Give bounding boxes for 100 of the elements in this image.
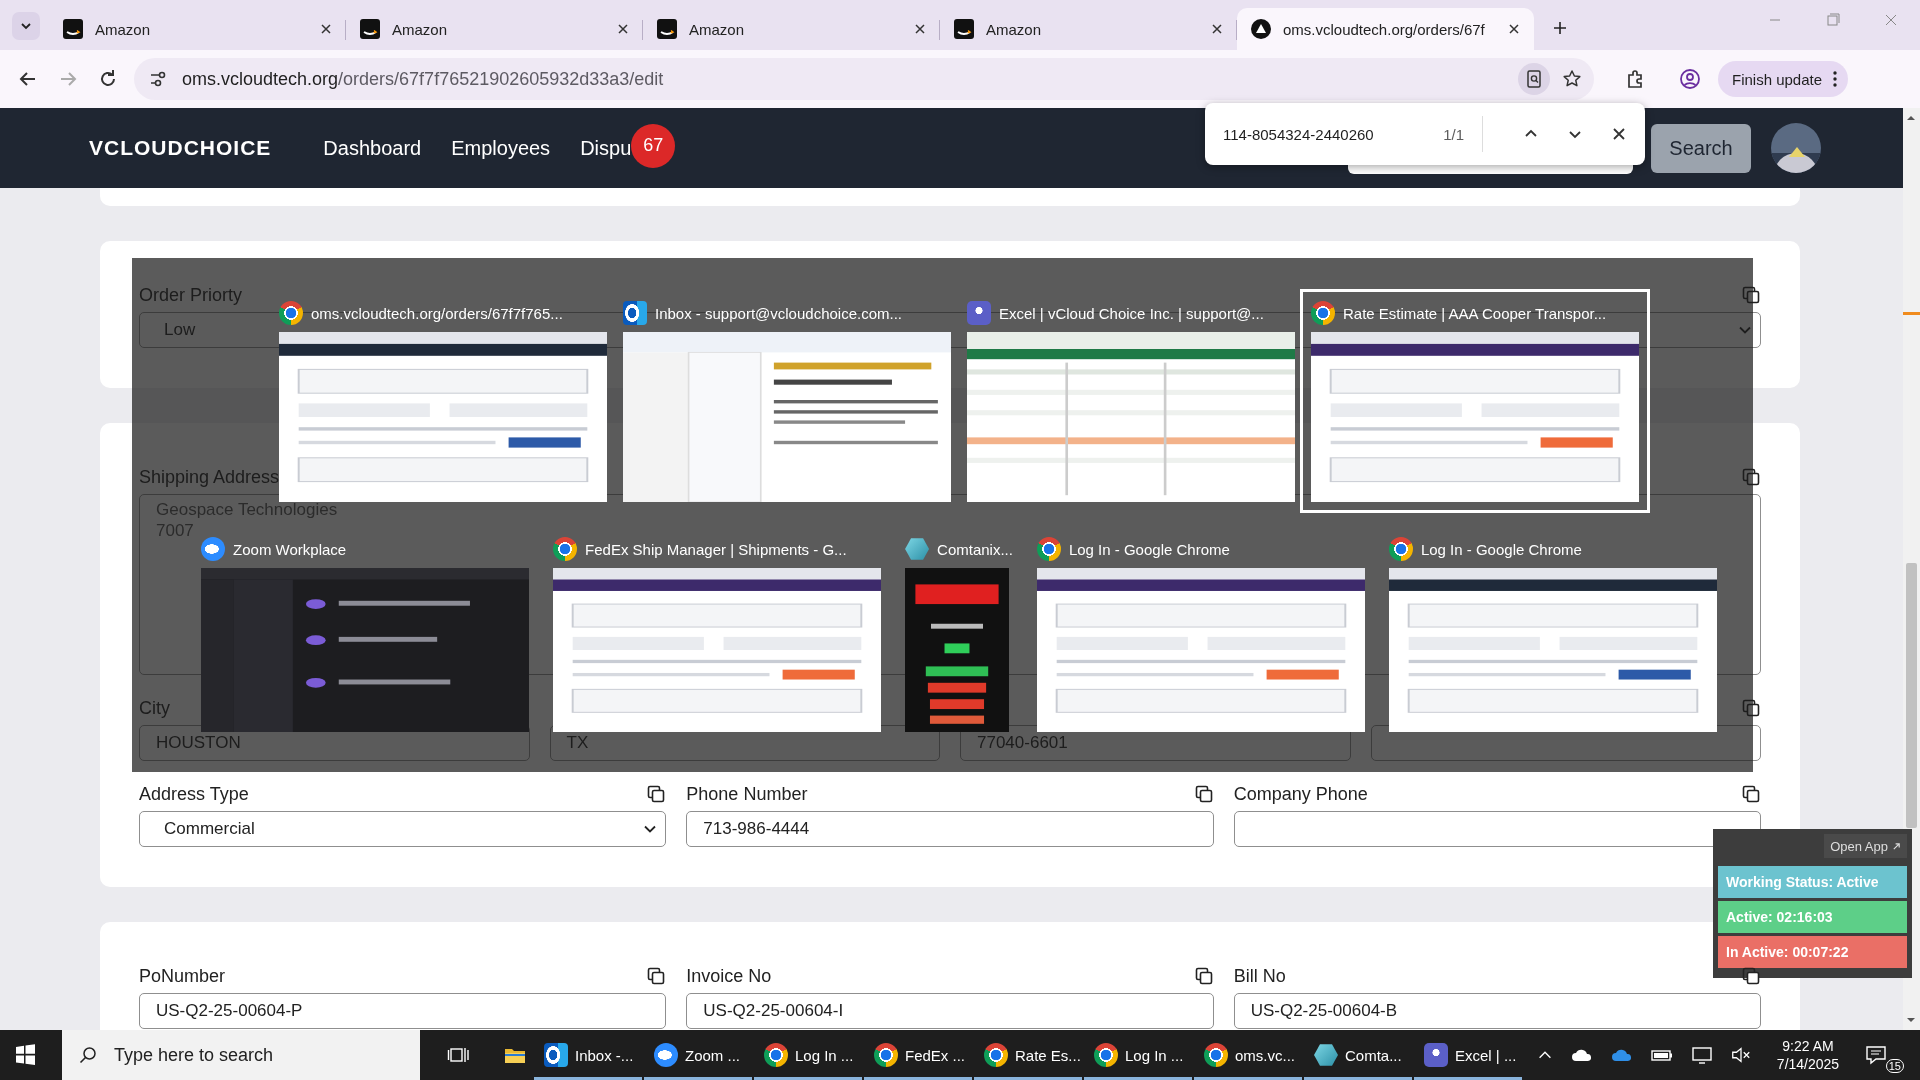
app-icon (984, 1043, 1008, 1067)
browser-tab[interactable]: Amazon (346, 8, 643, 50)
battery-icon[interactable] (1650, 1047, 1674, 1063)
address-bar[interactable]: oms.vcloudtech.org/orders/67f7f76521902605932d33a3/edit (134, 58, 1594, 100)
copy-icon[interactable] (1194, 785, 1213, 803)
status-bar: Working Status: Active (1718, 866, 1907, 898)
site-info-icon[interactable] (148, 69, 168, 89)
scrollbar[interactable] (1903, 108, 1920, 1030)
muted-speaker-icon[interactable] (1730, 1045, 1752, 1065)
copy-icon[interactable] (1742, 785, 1760, 803)
window-title[interactable]: oms.vcloudtech.org/orders/67f7f765... (311, 304, 563, 322)
taskbar-app[interactable]: Zoom ... (644, 1030, 752, 1080)
window-title[interactable]: Excel | vCloud Choice Inc. | support@... (999, 304, 1264, 322)
external-link-icon (1892, 841, 1901, 851)
scroll-thumb[interactable] (1906, 563, 1917, 828)
finish-update-button[interactable]: Finish update (1718, 61, 1849, 97)
notification-icon (1864, 1043, 1888, 1067)
clock[interactable]: 9:22 AM 7/14/2025 (1768, 1037, 1848, 1073)
notification-count: 15 (1885, 1059, 1904, 1073)
taskbar-app[interactable]: FedEx ... (864, 1030, 972, 1080)
app-label: FedEx ... (905, 1046, 966, 1064)
taskbar-app[interactable]: Log In ... (754, 1030, 862, 1080)
window-title[interactable]: Inbox - support@vcloudchoice.com... (655, 304, 902, 322)
browser-tab[interactable]: Amazon (49, 8, 346, 50)
taskbar-app[interactable]: Excel | ... (1414, 1030, 1522, 1080)
nav-link[interactable]: Dashboard (323, 136, 422, 160)
nav-link[interactable]: Employees (451, 136, 551, 160)
copy-icon[interactable] (647, 967, 666, 985)
window-title[interactable]: Zoom Workplace (233, 540, 347, 558)
app-icon (764, 1043, 788, 1067)
window-title[interactable]: Log In - Google Chrome (1420, 540, 1582, 558)
field-label: Company Phone (1233, 783, 1368, 805)
window-title[interactable]: Rate Estimate | AAA Cooper Transpor... (1343, 304, 1607, 322)
favicon-icon (1251, 19, 1271, 39)
new-tab-icon[interactable] (1552, 20, 1568, 36)
input-field[interactable] (1233, 811, 1761, 847)
app-icon (1311, 301, 1335, 325)
window-title[interactable]: FedEx Ship Manager | Shipments - G... (585, 540, 847, 558)
status-bar: In Active: 00:07:22 (1718, 936, 1907, 968)
copy-icon[interactable] (647, 785, 666, 803)
app-label: Log In ... (1125, 1046, 1184, 1064)
selection-frame[interactable]: Rate Estimate | AAA Cooper Transpor... (1300, 289, 1650, 513)
logo[interactable]: VCLOUDCHOICE (85, 132, 280, 164)
network-icon[interactable] (1690, 1045, 1714, 1065)
input-field[interactable]: US-Q2-25-00604-I (686, 993, 1214, 1029)
tab-list-button[interactable] (12, 12, 40, 40)
chevron-down-icon (20, 20, 32, 32)
favicon-icon (954, 19, 974, 39)
find-in-page-icon[interactable] (1518, 63, 1550, 95)
app-icon (967, 301, 991, 325)
search-icon (78, 1045, 98, 1065)
app-label: Log In ... (795, 1046, 854, 1064)
more-icon[interactable] (1832, 69, 1839, 89)
app-icon (1314, 1043, 1338, 1067)
app-label: Inbox -... (575, 1046, 634, 1064)
taskbar-app[interactable]: Rate Es... (974, 1030, 1082, 1080)
close-icon[interactable] (1508, 23, 1520, 35)
match-count: 1/1 (1443, 125, 1464, 143)
field-label: Invoice No (686, 965, 772, 987)
close-icon[interactable] (617, 23, 629, 35)
app-label: Rate Es... (1015, 1046, 1081, 1064)
app-icon (553, 537, 578, 561)
browser-tab[interactable]: Amazon (940, 8, 1237, 50)
copy-icon[interactable] (1742, 967, 1760, 985)
search-button[interactable]: Search (1651, 123, 1751, 173)
field-label: PoNumber (139, 965, 226, 987)
app-icon (623, 301, 647, 325)
find-query[interactable]: 114-8054324-2440260 (1223, 125, 1444, 143)
app-icon (654, 1043, 678, 1067)
close-icon[interactable] (320, 23, 332, 35)
open-app-button[interactable]: Open App (1824, 834, 1907, 858)
tab-title: Amazon (95, 20, 152, 38)
app-label: Comta... (1345, 1046, 1402, 1064)
taskbar-app[interactable]: Inbox -... (534, 1030, 642, 1080)
taskbar-app[interactable]: Log In ... (1084, 1030, 1192, 1080)
app-icon (1036, 537, 1061, 561)
input-field[interactable]: US-Q2-25-00604-B (1233, 993, 1761, 1029)
field-label: Shipping Address (139, 466, 280, 488)
nav-link[interactable]: Dispu (580, 136, 632, 160)
input-field[interactable]: US-Q2-25-00604-P (139, 993, 667, 1029)
window-title[interactable]: Log In - Google Chrome (1068, 540, 1230, 558)
avatar[interactable] (1771, 123, 1821, 173)
notifications-button[interactable]: 15 (1864, 1035, 1904, 1075)
tab-title: Amazon (689, 20, 746, 38)
bookmark-star-icon[interactable] (1562, 69, 1582, 89)
browser-tab[interactable]: oms.vcloudtech.org/orders/67f (1237, 8, 1534, 50)
select-field[interactable]: Commercial (139, 811, 667, 847)
find-marker (1903, 312, 1920, 315)
window-title[interactable]: Comtanix... (937, 540, 1013, 558)
close-icon[interactable] (1211, 23, 1223, 35)
taskbar-app[interactable]: Comta... (1304, 1030, 1412, 1080)
app-icon (1204, 1043, 1228, 1067)
cloud-icon[interactable] (1570, 1047, 1594, 1063)
taskbar-app[interactable]: oms.vc... (1194, 1030, 1302, 1080)
app-icon (874, 1043, 898, 1067)
browser-tab[interactable]: Amazon (643, 8, 940, 50)
copy-icon[interactable] (1194, 967, 1213, 985)
search-box[interactable]: Type here to search (62, 1030, 420, 1080)
input-field[interactable]: 713-986-4444 (686, 811, 1214, 847)
close-icon[interactable] (914, 23, 926, 35)
